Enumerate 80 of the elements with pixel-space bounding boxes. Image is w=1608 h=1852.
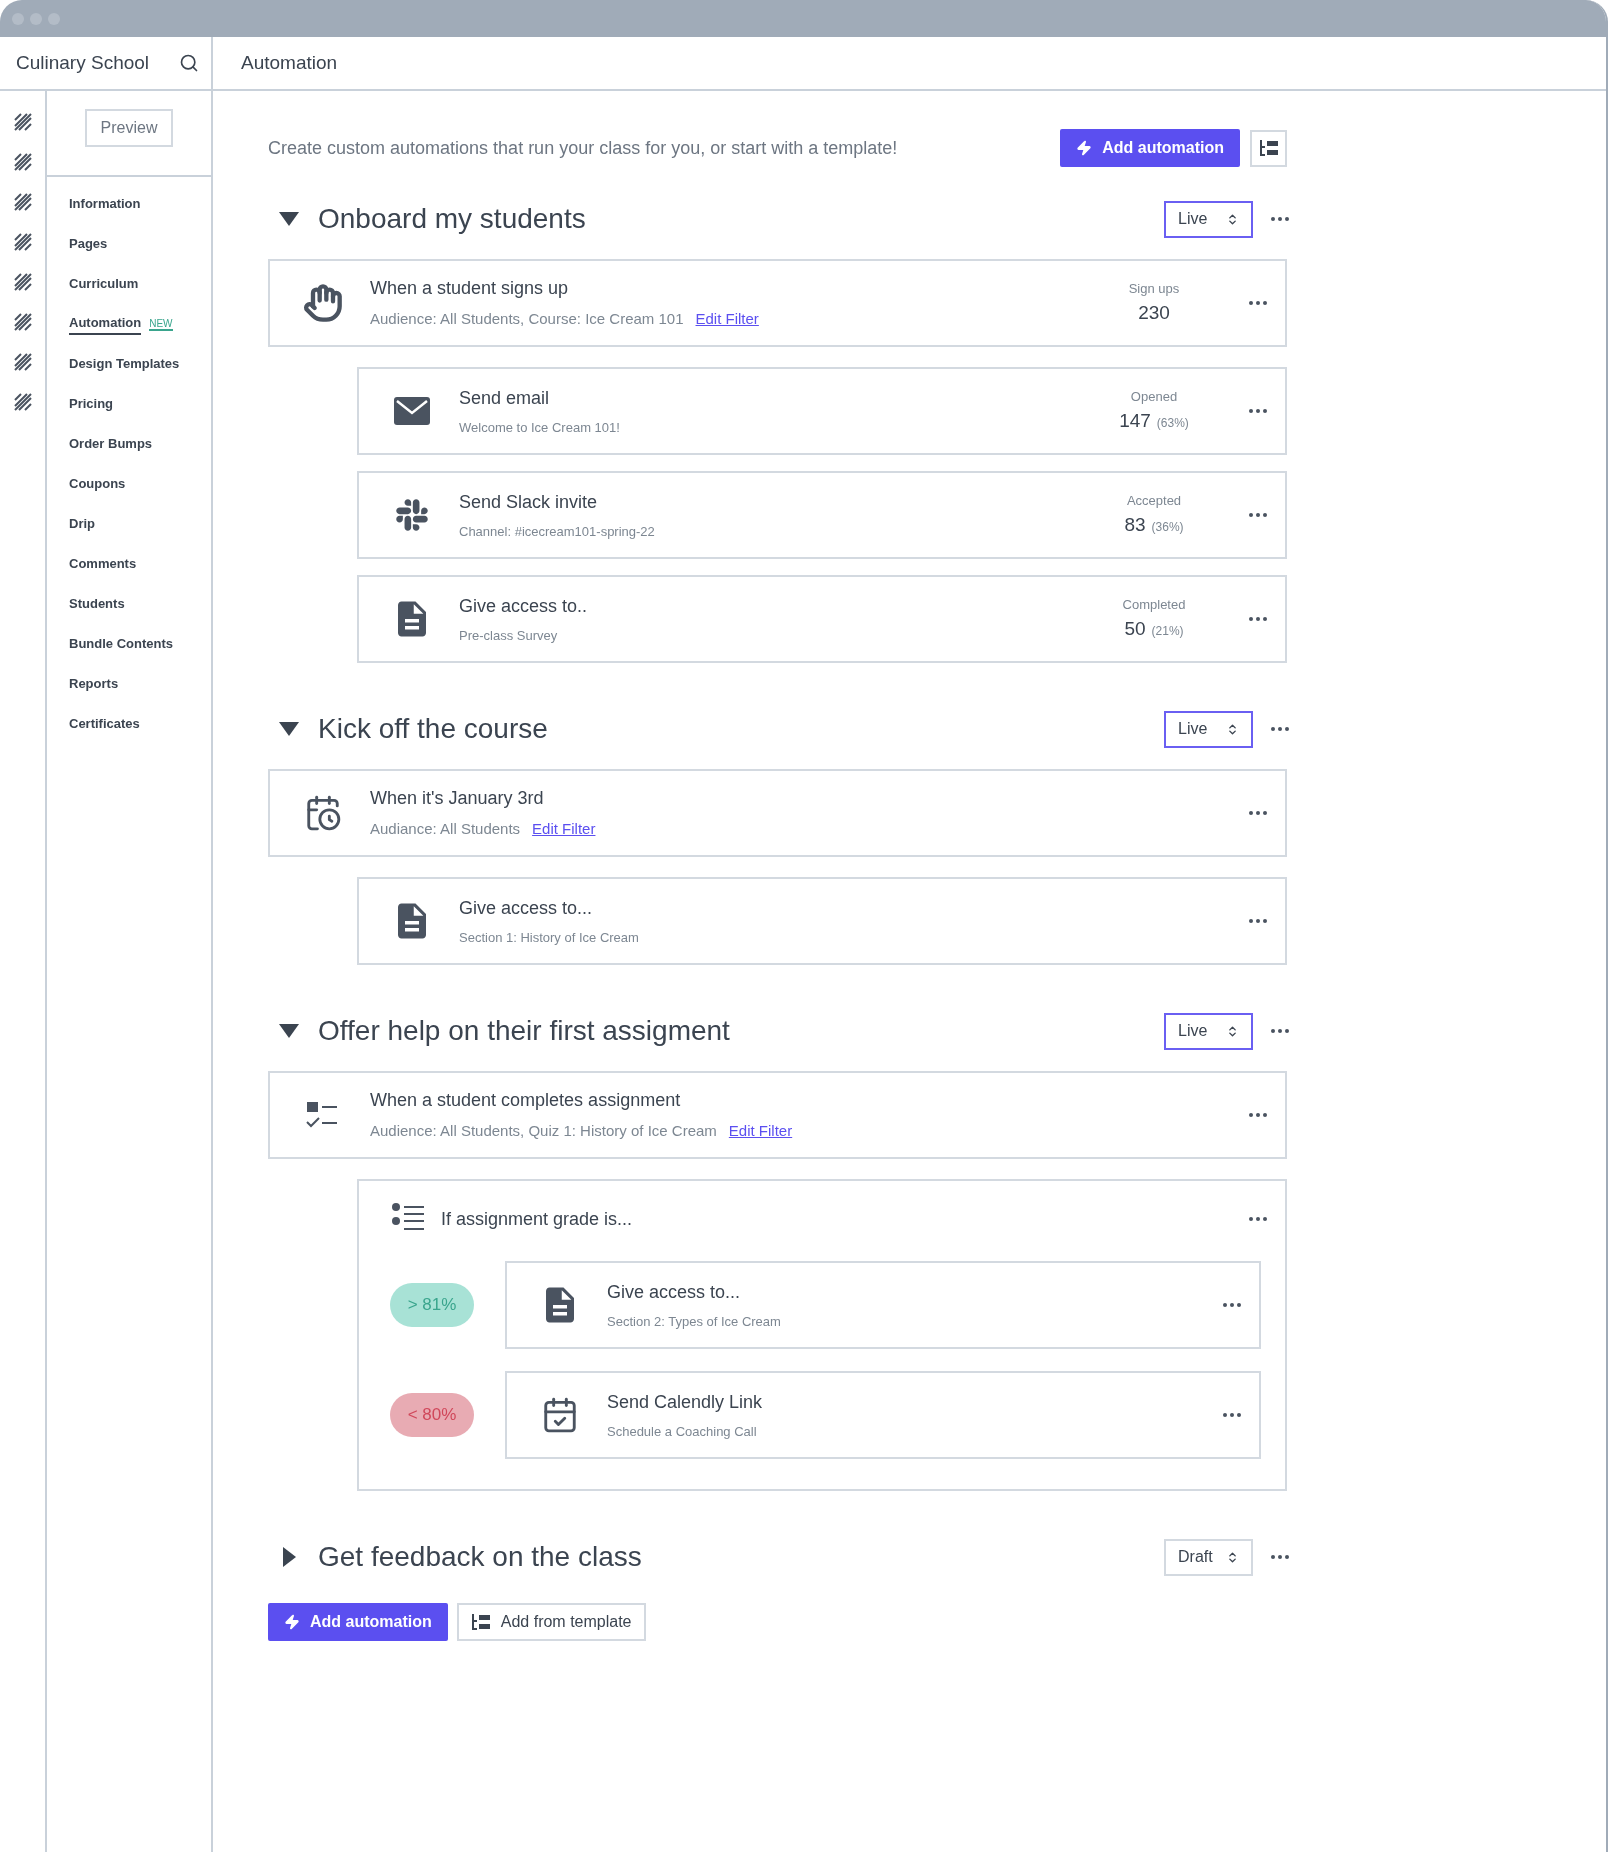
card-title: Give access to... — [607, 1280, 742, 1304]
school-title: Culinary School — [16, 50, 150, 75]
grade-pill: < 80% — [389, 1393, 475, 1437]
status-select[interactable]: Live — [1164, 1012, 1253, 1050]
sidebar-item[interactable]: Automation — [69, 313, 142, 335]
condition-title: If assignment grade is... — [441, 1207, 634, 1231]
sidebar-item[interactable]: Reports — [69, 674, 119, 694]
template-icon — [470, 1613, 491, 1631]
sidebar-item[interactable]: Certificates — [69, 714, 140, 734]
calendar-check-icon — [541, 1396, 579, 1434]
sidebar-item[interactable]: Students — [69, 594, 125, 614]
sidebar-item[interactable]: Comments — [69, 554, 137, 574]
stat-label: Accepted — [1126, 492, 1182, 510]
hash-logo-icon — [394, 497, 430, 533]
card-subtitle: Channel: #icecream101-spring-22 — [459, 522, 655, 541]
preview-button[interactable]: Preview — [84, 109, 174, 147]
add-automation-button[interactable]: Add automation — [1060, 129, 1240, 167]
card-title: Send Calendly Link — [607, 1390, 764, 1414]
stat-label: Opened — [1130, 388, 1178, 406]
status-select[interactable]: Live — [1164, 710, 1253, 748]
card-title: Send Slack invite — [459, 490, 599, 514]
stat-value: 83 — [1124, 512, 1146, 537]
up-down-arrows-icon — [1226, 212, 1239, 226]
stat-value: 50 — [1124, 616, 1146, 641]
card-subtitle: Pre-class Survey — [459, 626, 558, 645]
edit-filter-link[interactable]: Edit Filter — [532, 818, 596, 841]
sidebar-item[interactable]: Order Bumps — [69, 434, 153, 454]
stat-value: 147 — [1119, 408, 1151, 433]
intro-text: Create custom automations that run your class for you, or start with a template! — [268, 136, 899, 160]
add-from-template-button[interactable]: Add from template — [456, 1603, 646, 1641]
status-select[interactable]: Live — [1164, 200, 1253, 238]
template-icon — [1258, 139, 1279, 157]
sidebar-item[interactable]: Pricing — [69, 394, 114, 414]
sidebar-item[interactable]: Coupons — [69, 474, 126, 494]
sidebar-item[interactable]: Information — [69, 194, 141, 214]
stat-value: 230 — [1138, 300, 1170, 325]
template-button[interactable] — [1250, 129, 1287, 167]
up-down-arrows-icon — [1226, 1550, 1239, 1564]
stat-percent: (36%) — [1151, 518, 1184, 536]
lightning-icon — [284, 1614, 300, 1630]
sidebar-item[interactable]: Drip — [69, 514, 95, 534]
stat-label: Completed — [1122, 596, 1186, 614]
sidebar-item[interactable]: Pages — [69, 234, 108, 254]
edit-filter-link[interactable]: Edit Filter — [728, 1120, 793, 1143]
sidebar-item[interactable]: Bundle Contents — [69, 634, 173, 654]
status-select[interactable]: Draft — [1164, 1538, 1253, 1576]
calendar-clock-icon — [304, 794, 342, 832]
card-title: When a student signs up — [370, 277, 570, 301]
lightning-icon — [1076, 140, 1093, 156]
card-subtitle: Audience: All Students, Course: Ice Cream 101 — [370, 309, 684, 330]
stat-percent: (21%) — [1151, 622, 1184, 640]
search-icon[interactable] — [179, 53, 199, 73]
section-title: Onboard my students — [318, 202, 587, 236]
up-down-arrows-icon — [1226, 722, 1239, 736]
card-subtitle: Section 2: Types of Ice Cream — [607, 1312, 781, 1331]
hand-icon — [303, 283, 343, 323]
up-down-arrows-icon — [1226, 1024, 1239, 1038]
card-title: Send email — [459, 386, 551, 410]
card-subtitle: Welcome to Ice Cream 101! — [459, 418, 620, 437]
card-title: When it's January 3rd — [370, 787, 545, 811]
sidebar-item[interactable]: Curriculum — [69, 274, 139, 294]
card-title: Give access to.. — [459, 594, 589, 618]
stat-label: Sign ups — [1128, 280, 1180, 298]
section-title: Offer help on their first assigment — [318, 1014, 731, 1048]
card-subtitle: Audiance: All Students — [370, 819, 521, 840]
add-automation-button[interactable]: Add automation — [268, 1603, 448, 1641]
envelope-icon — [393, 396, 431, 426]
card-title: Give access to... — [459, 896, 594, 920]
card-subtitle: Audience: All Students, Quiz 1: History of Ice Cream — [370, 1121, 717, 1142]
card-title: When a student completes assignment — [370, 1089, 682, 1113]
card-subtitle: Schedule a Coaching Call — [607, 1422, 757, 1441]
card-subtitle: Section 1: History of Ice Cream — [459, 928, 639, 947]
page-title: Automation — [241, 50, 338, 75]
stat-percent: (63%) — [1156, 414, 1189, 432]
section-title: Get feedback on the class — [318, 1540, 643, 1574]
section-title: Kick off the course — [318, 712, 549, 746]
edit-filter-link[interactable]: Edit Filter — [695, 308, 759, 331]
sidebar-item[interactable]: Design Templates — [69, 354, 180, 374]
new-badge: NEW — [149, 317, 173, 331]
grade-pill: > 81% — [389, 1283, 475, 1327]
